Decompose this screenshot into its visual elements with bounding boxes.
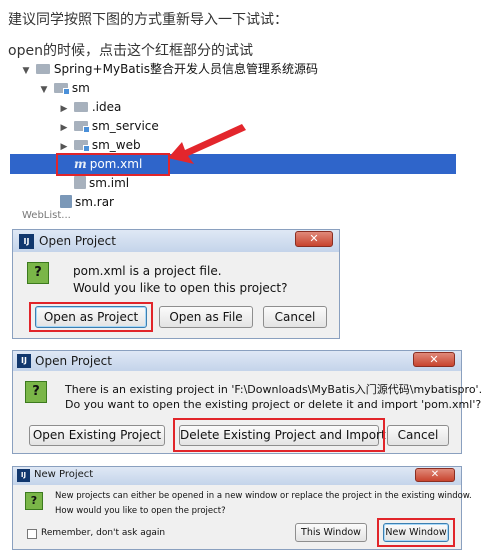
question-icon: ? bbox=[25, 492, 43, 510]
module-folder-icon bbox=[73, 121, 90, 133]
intellij-icon: IJ bbox=[17, 354, 31, 368]
dialog-body: ? New projects can either be opened in a… bbox=[13, 485, 472, 549]
close-icon[interactable]: ✕ bbox=[413, 352, 455, 367]
question-icon: ? bbox=[25, 381, 47, 403]
highlight-box-delete-import bbox=[173, 418, 385, 452]
archive-file-icon bbox=[60, 195, 72, 208]
intellij-icon: IJ bbox=[19, 234, 34, 249]
tree-root[interactable]: ▼ Spring+MyBatis整合开发人员信息管理系统源码 bbox=[20, 60, 318, 79]
tree-item-idea[interactable]: ▶ .idea bbox=[58, 98, 122, 117]
open-as-file-button[interactable]: Open as File bbox=[159, 306, 253, 328]
red-arrow-icon bbox=[168, 124, 246, 164]
dialog-message-2: Would you like to open this project? bbox=[73, 281, 288, 295]
dialog-body: ? pom.xml is a project file. Would you l… bbox=[13, 252, 339, 338]
highlight-box-new-window bbox=[377, 518, 455, 547]
close-icon[interactable]: ✕ bbox=[415, 468, 455, 482]
folder-icon bbox=[73, 102, 88, 112]
remember-label: Remember, don't ask again bbox=[41, 528, 166, 538]
dialog-message-2: How would you like to open the project? bbox=[55, 506, 226, 516]
intro-line-1: 建议同学按照下图的方式重新导入一下试试： bbox=[8, 12, 288, 28]
tree-item-iml[interactable]: sm.iml bbox=[74, 174, 129, 193]
cancel-button[interactable]: Cancel bbox=[263, 306, 327, 328]
iml-file-icon bbox=[74, 176, 86, 189]
tree-item-sm[interactable]: ▼ sm bbox=[38, 79, 90, 98]
chevron-down-icon[interactable]: ▼ bbox=[38, 81, 50, 100]
close-icon[interactable]: ✕ bbox=[295, 231, 333, 247]
dialog-message-1: New projects can either be opened in a n… bbox=[55, 491, 472, 501]
module-folder-icon bbox=[53, 83, 70, 95]
dialog-message-1: pom.xml is a project file. bbox=[73, 264, 222, 278]
dialog-title: New Project bbox=[34, 469, 94, 480]
tree-item-sm-service[interactable]: ▶ sm_service bbox=[58, 117, 159, 136]
dialog-title: Open Project bbox=[39, 234, 116, 248]
module-folder-icon bbox=[73, 140, 90, 152]
dialog-title: Open Project bbox=[35, 354, 112, 368]
highlight-box-pom bbox=[56, 153, 170, 176]
open-project-dialog: IJ Open Project ✕ ? pom.xml is a project… bbox=[12, 229, 340, 339]
dialog-body: ? There is an existing project in 'F:\Do… bbox=[13, 371, 482, 453]
dialog-message-2: Do you want to open the existing project… bbox=[65, 398, 482, 411]
intellij-icon: IJ bbox=[17, 469, 30, 482]
intro-line-2: open的时候，点击这个红框部分的试试 bbox=[8, 43, 253, 59]
remember-checkbox[interactable] bbox=[27, 529, 37, 539]
question-icon: ? bbox=[27, 262, 49, 284]
open-existing-project-button[interactable]: Open Existing Project bbox=[29, 425, 165, 446]
tree-item-cutoff: WebList... bbox=[22, 210, 71, 219]
dialog-title-bar: IJ Open Project ✕ bbox=[13, 351, 461, 371]
dialog-title-bar: IJ Open Project ✕ bbox=[13, 230, 339, 252]
new-project-dialog: IJ New Project ✕ ? New projects can eith… bbox=[12, 466, 472, 550]
cancel-button[interactable]: Cancel bbox=[387, 425, 449, 446]
existing-project-dialog: IJ Open Project ✕ ? There is an existing… bbox=[12, 350, 482, 454]
dialog-title-bar: IJ New Project ✕ bbox=[13, 467, 461, 485]
highlight-box-open-project bbox=[29, 302, 153, 332]
folder-icon bbox=[35, 64, 50, 74]
this-window-button[interactable]: This Window bbox=[295, 523, 367, 542]
dialog-message-1: There is an existing project in 'F:\Down… bbox=[65, 383, 483, 396]
chevron-down-icon[interactable]: ▼ bbox=[20, 62, 32, 81]
